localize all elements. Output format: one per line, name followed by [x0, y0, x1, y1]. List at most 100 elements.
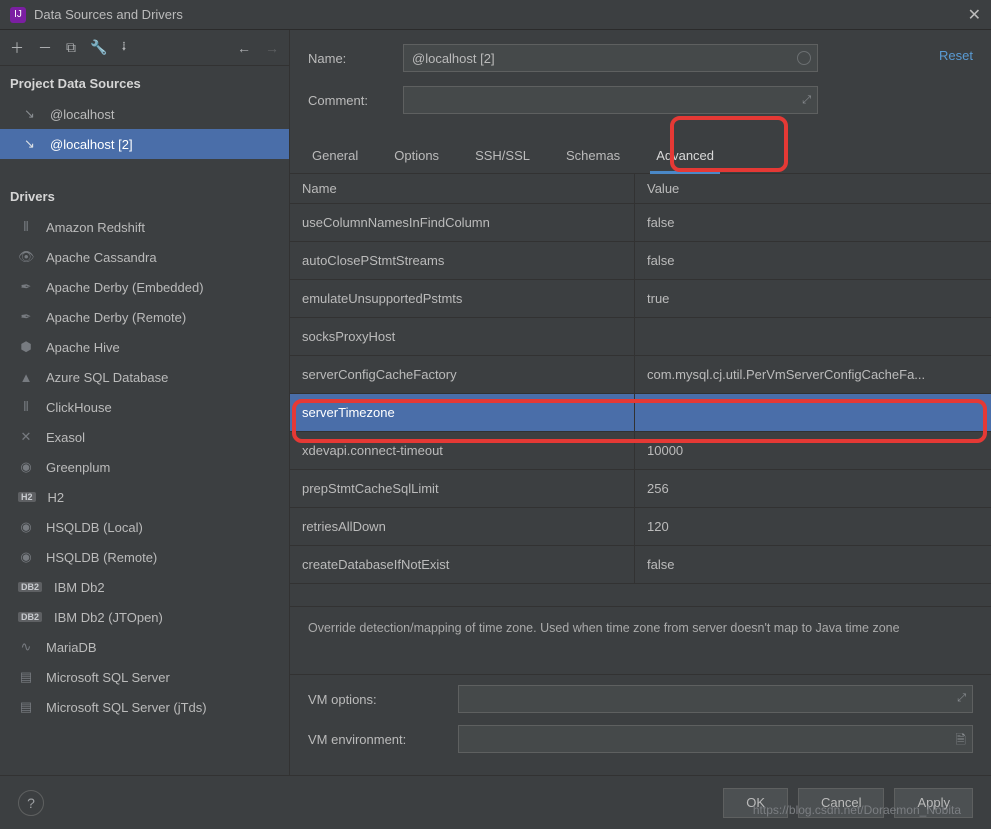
table-row[interactable]: emulateUnsupportedPstmtstrue [290, 280, 991, 318]
driver-item[interactable]: H2 H2 [0, 482, 289, 512]
driver-label: Microsoft SQL Server (jTds) [46, 700, 207, 715]
driver-icon: ⬢ [18, 339, 34, 355]
comment-input[interactable]: ⤢ [403, 86, 818, 114]
driver-item[interactable]: ⬢Apache Hive [0, 332, 289, 362]
data-source-item[interactable]: ↘ @localhost [0, 99, 289, 129]
driver-icon: ⦀ [18, 219, 34, 235]
cell-value: true [635, 291, 991, 306]
cancel-button[interactable]: Cancel [798, 788, 884, 818]
table-row[interactable]: serverConfigCacheFactorycom.mysql.cj.uti… [290, 356, 991, 394]
app-icon: IJ [10, 7, 26, 23]
name-label: Name: [308, 51, 403, 66]
driver-label: Azure SQL Database [46, 370, 168, 385]
driver-label: Apache Cassandra [46, 250, 157, 265]
import-icon[interactable]: ⭭ [121, 36, 126, 60]
cell-value: com.mysql.cj.util.PerVmServerConfigCache… [635, 367, 991, 382]
tab-general[interactable]: General [308, 138, 362, 173]
column-header-name[interactable]: Name [290, 174, 635, 203]
expand-icon[interactable]: ⤢ [802, 94, 811, 107]
driver-icon: H2 [18, 492, 36, 502]
driver-item[interactable]: ✕Exasol [0, 422, 289, 452]
driver-item[interactable]: ▤Microsoft SQL Server [0, 662, 289, 692]
footer: ? OK Cancel Apply [0, 775, 991, 829]
table-row[interactable]: serverTimezone [290, 394, 991, 432]
vm-options-label: VM options: [308, 692, 458, 707]
cell-name: xdevapi.connect-timeout [290, 432, 635, 469]
copy-icon[interactable]: ⧉ [66, 39, 76, 56]
add-icon[interactable]: ＋ [10, 38, 24, 58]
reset-link[interactable]: Reset [939, 48, 973, 63]
driver-item[interactable]: ∿MariaDB [0, 632, 289, 662]
driver-label: H2 [48, 490, 65, 505]
table-row[interactable]: autoClosePStmtStreamsfalse [290, 242, 991, 280]
cell-value: 256 [635, 481, 991, 496]
help-button[interactable]: ? [18, 790, 44, 816]
driver-label: Exasol [46, 430, 85, 445]
driver-icon: ◉ [18, 459, 34, 475]
driver-label: Greenplum [46, 460, 110, 475]
driver-item[interactable]: DB2IBM Db2 (JTOpen) [0, 602, 289, 632]
driver-icon: ◉ [18, 519, 34, 535]
table-row[interactable]: retriesAllDown120 [290, 508, 991, 546]
driver-item[interactable]: ⦀ Amazon Redshift [0, 212, 289, 242]
cell-name: useColumnNamesInFindColumn [290, 204, 635, 241]
tab-ssh-ssl[interactable]: SSH/SSL [471, 138, 534, 173]
vm-options-input[interactable]: ⤢ [458, 685, 973, 713]
project-sources-title: Project Data Sources [0, 66, 289, 99]
vm-env-input[interactable]: 🗎 [458, 725, 973, 753]
driver-item[interactable]: ◉HSQLDB (Local) [0, 512, 289, 542]
cell-name: serverConfigCacheFactory [290, 356, 635, 393]
property-description: Override detection/mapping of time zone.… [290, 607, 991, 675]
table-row[interactable]: createDatabaseIfNotExistfalse [290, 546, 991, 584]
driver-icon: ▲ [18, 370, 34, 385]
document-icon[interactable]: 🗎 [956, 731, 966, 753]
left-toolbar: ＋ － ⧉ 🔧 ⭭ ← → [0, 30, 289, 66]
cell-name: prepStmtCacheSqlLimit [290, 470, 635, 507]
data-source-item[interactable]: ↘ @localhost [2] [0, 129, 289, 159]
driver-item[interactable]: ◉ Greenplum [0, 452, 289, 482]
driver-icon: ∿ [18, 639, 34, 655]
table-row[interactable]: prepStmtCacheSqlLimit256 [290, 470, 991, 508]
tab-advanced[interactable]: Advanced [652, 138, 718, 173]
driver-label: Amazon Redshift [46, 220, 145, 235]
driver-label: Apache Derby (Embedded) [46, 280, 204, 295]
driver-icon: ✒ [18, 279, 34, 295]
column-header-value[interactable]: Value [635, 181, 991, 196]
tab-schemas[interactable]: Schemas [562, 138, 624, 173]
close-icon[interactable]: ✕ [968, 5, 981, 25]
comment-label: Comment: [308, 93, 403, 108]
table-row[interactable]: useColumnNamesInFindColumnfalse [290, 204, 991, 242]
cell-name: socksProxyHost [290, 318, 635, 355]
table-row[interactable]: socksProxyHost [290, 318, 991, 356]
driver-item[interactable]: ✒ Apache Derby (Embedded) [0, 272, 289, 302]
driver-item[interactable]: ✒Apache Derby (Remote) [0, 302, 289, 332]
table-row[interactable]: xdevapi.connect-timeout10000 [290, 432, 991, 470]
forward-icon[interactable]: → [265, 40, 279, 56]
wrench-icon[interactable]: 🔧 [90, 39, 107, 56]
driver-item[interactable]: ▤ Microsoft SQL Server (jTds) [0, 692, 289, 722]
expand-icon[interactable]: ⤢ [957, 692, 966, 705]
back-icon[interactable]: ← [237, 40, 251, 56]
driver-icon: ⦀ [18, 399, 34, 415]
data-source-label: @localhost [2] [50, 137, 133, 152]
data-source-label: @localhost [50, 107, 115, 122]
tab-options[interactable]: Options [390, 138, 443, 173]
driver-icon: 👁 [18, 249, 34, 265]
datasource-icon: ↘ [24, 136, 40, 152]
vm-env-label: VM environment: [308, 732, 458, 747]
tabs: General Options SSH/SSL Schemas Advanced [290, 138, 991, 174]
driver-item[interactable]: ▲ Azure SQL Database [0, 362, 289, 392]
driver-item[interactable]: ◉HSQLDB (Remote) [0, 542, 289, 572]
driver-item[interactable]: ⦀ClickHouse [0, 392, 289, 422]
remove-icon[interactable]: － [38, 38, 52, 58]
apply-button[interactable]: Apply [894, 788, 973, 818]
cell-value: false [635, 215, 991, 230]
datasource-icon: ↘ [24, 106, 40, 122]
color-circle-icon[interactable] [797, 51, 811, 65]
ok-button[interactable]: OK [723, 788, 788, 818]
driver-item[interactable]: DB2IBM Db2 [0, 572, 289, 602]
cell-name: serverTimezone [290, 394, 635, 431]
driver-item[interactable]: 👁 Apache Cassandra [0, 242, 289, 272]
driver-icon: ▤ [18, 699, 34, 715]
name-input[interactable]: @localhost [2] [403, 44, 818, 72]
